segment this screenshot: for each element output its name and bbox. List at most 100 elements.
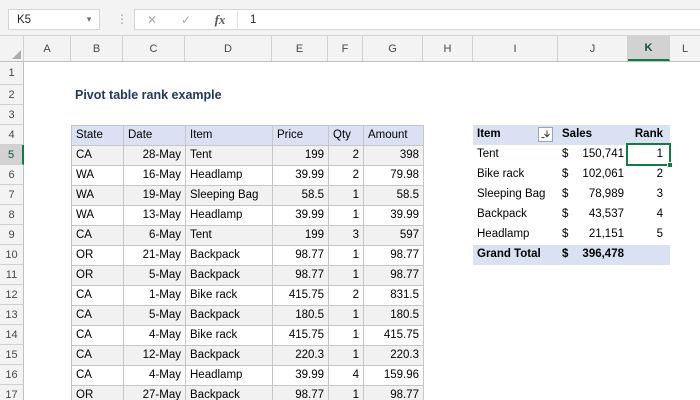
cell-state[interactable]: CA [72,306,124,326]
cell-qty[interactable]: 4 [329,366,364,386]
cell-price[interactable]: 220.3 [273,346,329,366]
cell-price[interactable]: 39.99 [273,206,329,226]
item-sort-filter-button[interactable] [538,127,553,142]
cell-price[interactable]: 39.99 [273,166,329,186]
pivot-cell-item[interactable]: Backpack [473,205,558,225]
cell-amount[interactable]: 39.99 [364,206,424,226]
grand-total-rank-empty[interactable] [628,245,670,265]
cell-state[interactable]: WA [72,206,124,226]
cell-qty[interactable]: 1 [329,206,364,226]
cell-amount[interactable]: 415.75 [364,326,424,346]
cell-item[interactable]: Backpack [186,246,273,266]
cell-qty[interactable]: 2 [329,286,364,306]
cell-date[interactable]: 4-May [124,326,186,346]
cell-item[interactable]: Backpack [186,346,273,366]
name-box[interactable]: K5 ▾ [8,9,100,30]
cell-state[interactable]: CA [72,146,124,166]
cell-state[interactable]: CA [72,226,124,246]
cell-state[interactable]: WA [72,166,124,186]
cell-amount[interactable]: 180.5 [364,306,424,326]
row-header-10[interactable]: 10 [0,245,24,265]
sheet-title[interactable]: Pivot table rank example [75,85,222,105]
header-state[interactable]: State [72,126,124,146]
column-header-b[interactable]: B [71,36,123,61]
column-header-l[interactable]: L [670,36,700,61]
row-header-1[interactable]: 1 [0,62,24,85]
row-header-12[interactable]: 12 [0,285,24,305]
cell-state[interactable]: CA [72,346,124,366]
cell-item[interactable]: Sleeping Bag [186,186,273,206]
row-header-8[interactable]: 8 [0,205,24,225]
cell-state[interactable]: CA [72,286,124,306]
pivot-cell-sales[interactable]: $150,741 [558,145,628,165]
pivot-cell-rank[interactable]: 5 [628,225,670,245]
cell-date[interactable]: 4-May [124,366,186,386]
formula-value[interactable]: 1 [246,14,256,26]
grand-total-sales[interactable]: $396,478 [558,245,628,265]
cell-amount[interactable]: 831.5 [364,286,424,306]
pivot-header-sales[interactable]: Sales [558,125,628,145]
cell-qty[interactable]: 1 [329,306,364,326]
pivot-cell-sales[interactable]: $21,151 [558,225,628,245]
cell-item[interactable]: Headlamp [186,166,273,186]
header-price[interactable]: Price [273,126,329,146]
cell-state[interactable]: OR [72,266,124,286]
cell-amount[interactable]: 79.98 [364,166,424,186]
header-qty[interactable]: Qty [329,126,364,146]
cell-item[interactable]: Backpack [186,306,273,326]
cell-amount[interactable]: 98.77 [364,266,424,286]
cell-item[interactable]: Bike rack [186,326,273,346]
row-header-15[interactable]: 15 [0,345,24,365]
row-header-14[interactable]: 14 [0,325,24,345]
cell-price[interactable]: 98.77 [273,246,329,266]
cell-qty[interactable]: 1 [329,386,364,400]
grand-total-label[interactable]: Grand Total [473,245,558,265]
cell-amount[interactable]: 98.77 [364,386,424,400]
column-header-d[interactable]: D [185,36,272,61]
cell-state[interactable]: CA [72,366,124,386]
column-header-k-selected[interactable]: K [628,36,670,61]
cell-state[interactable]: CA [72,326,124,346]
column-header-f[interactable]: F [328,36,363,61]
cell-item[interactable]: Backpack [186,266,273,286]
pivot-cell-sales[interactable]: $43,537 [558,205,628,225]
row-header-13[interactable]: 13 [0,305,24,325]
cell-price[interactable]: 199 [273,226,329,246]
formula-bar[interactable]: ✕ ✓ fx 1 [134,9,700,30]
cell-date[interactable]: 12-May [124,346,186,366]
cell-price[interactable]: 98.77 [273,386,329,400]
pivot-cell-item[interactable]: Headlamp [473,225,558,245]
column-header-a[interactable]: A [24,36,71,61]
column-header-j[interactable]: J [558,36,628,61]
pivot-cell-item[interactable]: Sleeping Bag [473,185,558,205]
cell-price[interactable]: 415.75 [273,326,329,346]
column-header-e[interactable]: E [272,36,328,61]
row-header-6[interactable]: 6 [0,165,24,185]
cell-date[interactable]: 21-May [124,246,186,266]
cell-date[interactable]: 27-May [124,386,186,400]
cell-date[interactable]: 16-May [124,166,186,186]
cell-qty[interactable]: 1 [329,346,364,366]
column-header-g[interactable]: G [363,36,423,61]
cell-price[interactable]: 415.75 [273,286,329,306]
column-header-c[interactable]: C [123,36,185,61]
cell-state[interactable]: OR [72,246,124,266]
pivot-cell-sales[interactable]: $102,061 [558,165,628,185]
header-date[interactable]: Date [124,126,186,146]
pivot-cell-item[interactable]: Bike rack [473,165,558,185]
cell-qty[interactable]: 1 [329,246,364,266]
row-header-16[interactable]: 16 [0,365,24,385]
cell-amount[interactable]: 220.3 [364,346,424,366]
cell-qty[interactable]: 2 [329,166,364,186]
cell-price[interactable]: 199 [273,146,329,166]
cell-item[interactable]: Bike rack [186,286,273,306]
cell-date[interactable]: 13-May [124,206,186,226]
column-header-h[interactable]: H [423,36,473,61]
insert-function-icon[interactable]: fx [203,12,237,28]
cell-date[interactable]: 19-May [124,186,186,206]
cell-date[interactable]: 6-May [124,226,186,246]
cell-amount[interactable]: 398 [364,146,424,166]
cell-qty[interactable]: 1 [329,186,364,206]
cell-date[interactable]: 5-May [124,306,186,326]
row-header-7[interactable]: 7 [0,185,24,205]
